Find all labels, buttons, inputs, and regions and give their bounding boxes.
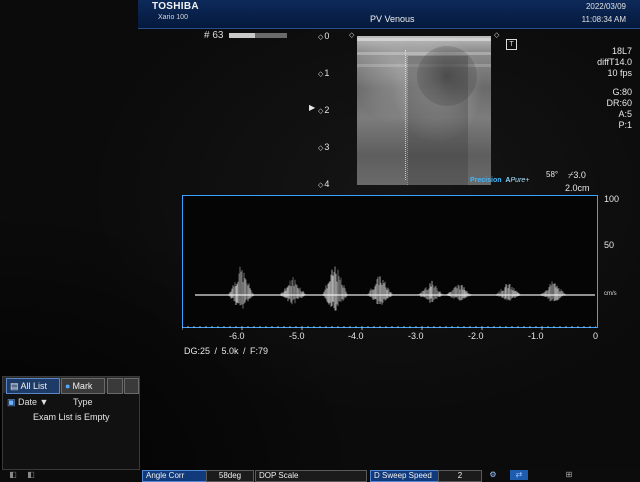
tab-extra-2[interactable] <box>124 378 139 394</box>
doppler-spectrum-box <box>182 195 598 328</box>
time-label: 11:08:34 AM <box>581 15 626 24</box>
tab-all-list[interactable]: ▤ All List <box>6 378 60 394</box>
x-tick-minus6: -6.0 <box>229 331 245 341</box>
sync-icon[interactable]: ⇄ <box>510 470 528 480</box>
focus-marker-icon: ▶ <box>309 103 316 112</box>
gain-label: G:80 <box>612 87 632 97</box>
tab-extra-1[interactable] <box>107 378 123 394</box>
b-mode-image <box>357 36 491 185</box>
cine-progress-fill <box>229 33 256 38</box>
dop-scale-control[interactable]: DOP Scale <box>255 470 367 482</box>
depth-tick-2: ◇2 <box>318 105 330 115</box>
x-tick-minus1: -1.0 <box>528 331 544 341</box>
left-icon-1[interactable]: ◧ <box>4 470 22 480</box>
settings-icon[interactable]: ⚙ <box>484 470 502 480</box>
dynamic-range-label: DR:60 <box>606 98 632 108</box>
a-label: A:5 <box>618 109 632 119</box>
empty-message: Exam List is Empty <box>33 412 110 422</box>
angle-corr-label: Angle Corr <box>142 470 208 482</box>
depth-tick-0: ◇0 <box>318 31 330 41</box>
column-date[interactable]: ▣ Date ▼ <box>7 397 48 408</box>
brand-logo: TOSHIBA <box>152 1 199 12</box>
mark-dot-icon: ● <box>65 381 71 391</box>
exam-list-header: ▣ Date ▼ Type <box>3 397 139 410</box>
x-tick-minus5: -5.0 <box>289 331 305 341</box>
precision-logo: Precision <box>470 177 502 184</box>
right-icon[interactable]: ⊞ <box>560 470 578 480</box>
transducer-label: 18L7 <box>611 46 632 56</box>
orientation-icon: T <box>506 39 517 50</box>
cine-progress-bar[interactable] <box>229 33 287 38</box>
date-label: 2022/03/09 <box>585 2 626 11</box>
x-tick-0: 0 <box>593 331 599 341</box>
precision-pure-logos: Precision APure+ <box>470 177 530 184</box>
depth-tick-3: ◇3 <box>318 142 330 152</box>
sweep-speed-value[interactable]: 2 <box>438 470 482 482</box>
focus-value: ⌿3.0 <box>568 170 586 180</box>
doppler-spectrum <box>195 266 595 311</box>
frame-counter: # 63 <box>204 30 224 41</box>
header-bar: TOSHIBA Xario 100 PV Venous 2022/03/09 1… <box>138 0 640 29</box>
x-tick-minus2: -2.0 <box>468 331 484 341</box>
depth-cm-label: 2.0cm <box>565 183 590 193</box>
column-type[interactable]: Type <box>73 397 93 407</box>
angle-corr-value[interactable]: 58deg <box>206 470 254 482</box>
y-tick-50: 50 <box>604 240 615 250</box>
imaging-parameters: 18L7 diffT14.0 10 fps G:80 DR:60 A:5 P:1 <box>597 46 632 131</box>
p-label: P:1 <box>618 120 632 130</box>
x-tick-marks <box>182 326 596 330</box>
image-corner-marker-left: ◇ <box>349 32 355 39</box>
x-tick-minus4: -4.0 <box>348 331 364 341</box>
y-tick-100: 100 <box>604 194 620 204</box>
mode-label: diffT14.0 <box>597 57 632 67</box>
doppler-cursor-line[interactable] <box>405 50 406 180</box>
doppler-info: DG:25 / 5.0k / F:79 <box>184 346 269 356</box>
check-icon: ▣ <box>7 397 19 407</box>
sweep-speed-label: D Sweep Speed <box>370 470 440 482</box>
depth-tick-4: ◇4 <box>318 179 330 189</box>
list-icon: ▤ <box>10 381 19 391</box>
x-tick-minus3: -3.0 <box>408 331 424 341</box>
model-label: Xario 100 <box>158 14 188 21</box>
tab-mark[interactable]: ● Mark <box>61 378 105 394</box>
fps-label: 10 fps <box>607 68 632 78</box>
depth-tick-1: ◇1 <box>318 68 330 78</box>
pure-logo: Pure+ <box>510 177 530 184</box>
exam-list-tabs: ▤ All List ● Mark <box>3 377 139 394</box>
exam-list-panel: ▤ All List ● Mark ▣ Date ▼ Type Exam List … <box>2 376 140 470</box>
image-corner-marker-right: ◇ <box>494 32 500 39</box>
angle-label: 58° <box>546 170 559 179</box>
left-icon-2[interactable]: ◧ <box>22 470 40 480</box>
exam-title: PV Venous <box>370 14 415 24</box>
velocity-unit: cm/s <box>604 291 617 297</box>
doppler-sample-sector <box>407 56 468 185</box>
